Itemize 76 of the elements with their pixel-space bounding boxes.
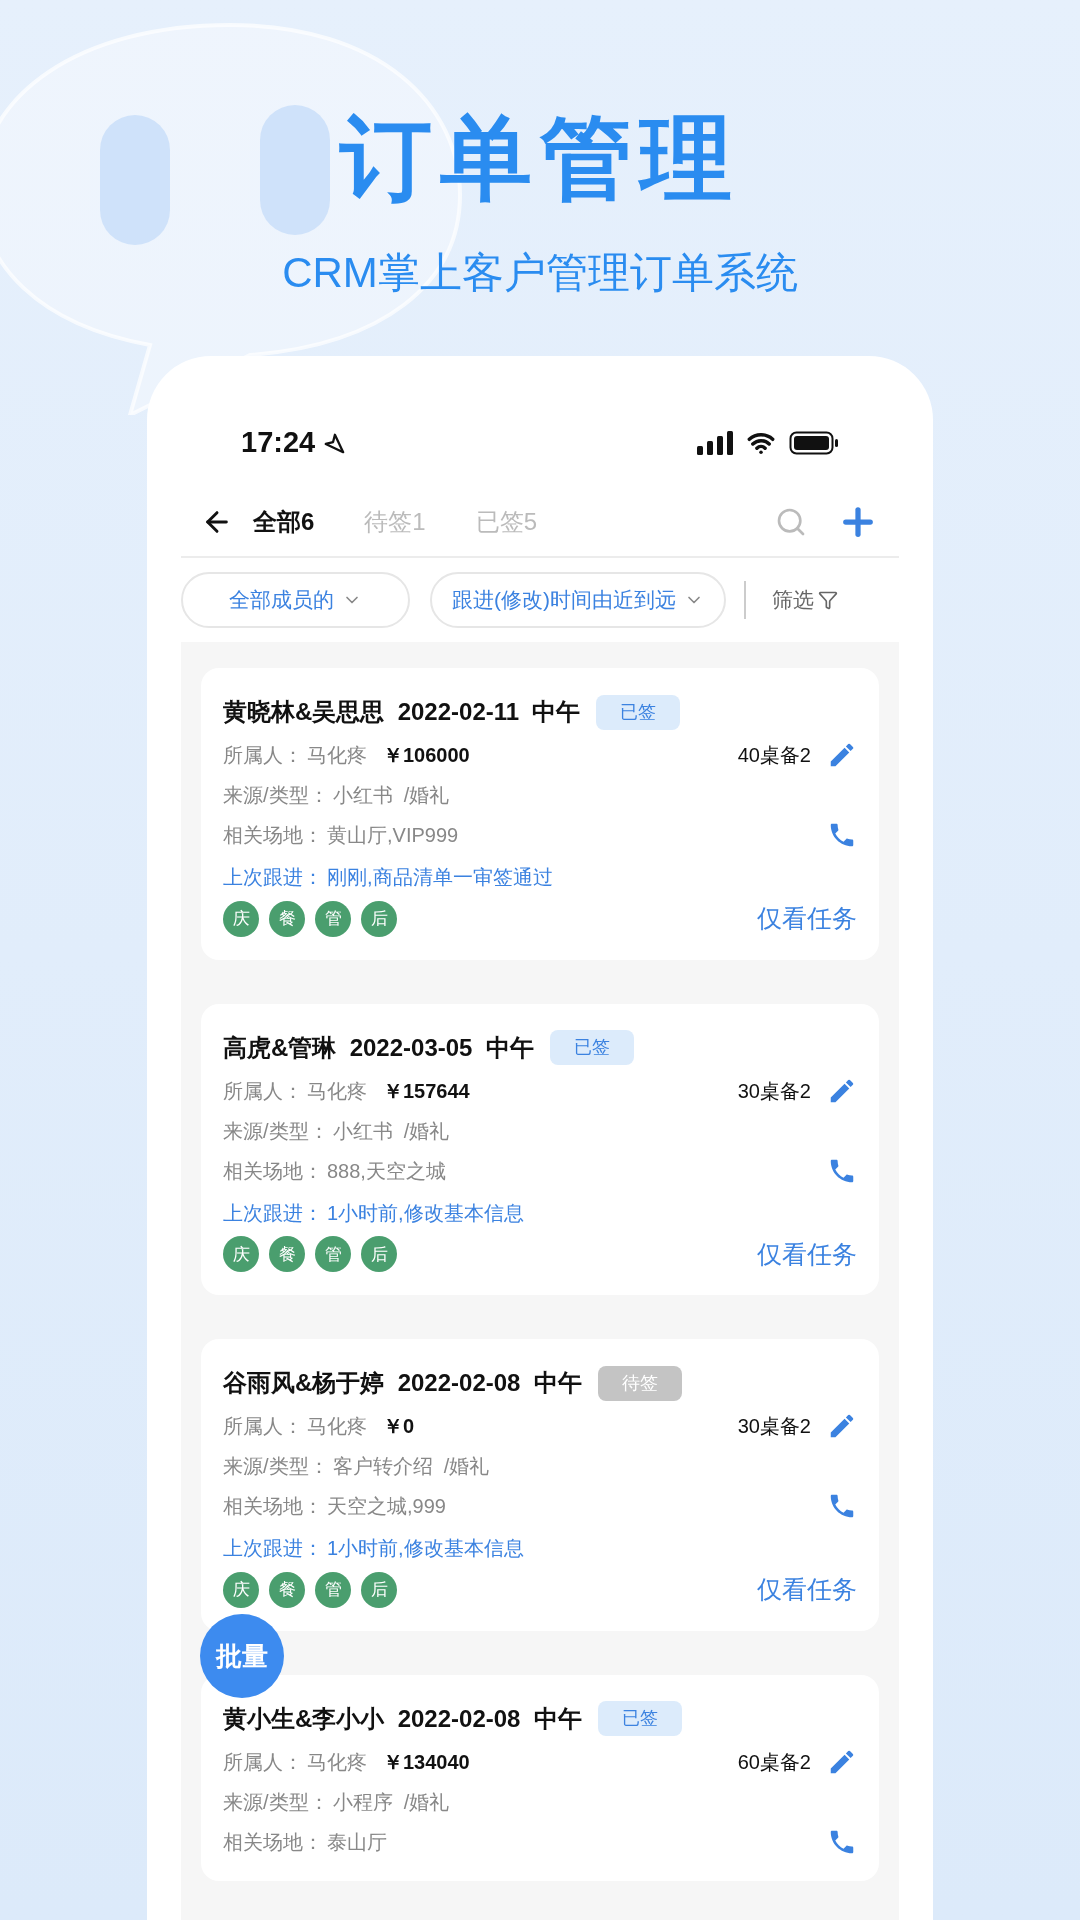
location-icon bbox=[323, 432, 346, 454]
order-card[interactable]: 谷雨风&杨于婷 2022-02-08 中午 待签 所属人： 马化疼 ￥0 30桌备2 来源/类型： 客户转介绍 /婚礼 相关场地： 天空之城,999 上次跟进： 1小时前,修改基本信息 庆 餐 管 后 仅看任务 bbox=[201, 1339, 879, 1631]
sort-dropdown[interactable]: 跟进(修改)时间由近到远 bbox=[430, 572, 726, 628]
source-label: 来源/类型： bbox=[223, 1454, 329, 1479]
venue-label: 相关场地： bbox=[223, 1494, 323, 1519]
venue-value: 黄山厅,VIP999 bbox=[327, 823, 459, 848]
followup-label: 上次跟进： bbox=[223, 1200, 323, 1226]
order-card[interactable]: 黄小生&李小小 2022-02-08 中午 已签 所属人： 马化疼 ￥134040 60桌备2 来源/类型： 小程序 /婚礼 相关场地： 泰山厅 bbox=[201, 1674, 879, 1881]
followup-label: 上次跟进： bbox=[223, 1536, 323, 1561]
order-amount: ￥134040 bbox=[383, 1749, 470, 1775]
order-amount: ￥106000 bbox=[383, 743, 470, 768]
tag-chip: 管 bbox=[315, 900, 351, 937]
tag-chip: 后 bbox=[361, 1236, 397, 1273]
table-count: 40桌备2 bbox=[737, 743, 811, 768]
tag-chip: 庆 bbox=[223, 1236, 259, 1273]
tag-chip: 庆 bbox=[223, 1571, 259, 1608]
status-badge: 待签 bbox=[597, 1365, 682, 1401]
filter-button[interactable]: 筛选 bbox=[772, 584, 838, 616]
order-title: 黄小生&李小小 2022-02-08 中午 bbox=[223, 1703, 582, 1734]
source-value: 小红书 /婚礼 bbox=[332, 783, 450, 808]
table-count: 30桌备2 bbox=[737, 1078, 811, 1104]
owner-name: 马化疼 bbox=[307, 1749, 367, 1775]
tag-chip: 庆 bbox=[223, 900, 259, 937]
status-time: 17:24 bbox=[241, 425, 316, 461]
status-badge: 已签 bbox=[596, 694, 681, 730]
followup-label: 上次跟进： bbox=[223, 865, 323, 890]
tag-chip: 后 bbox=[361, 1571, 397, 1608]
status-badge: 已签 bbox=[549, 1030, 634, 1065]
venue-label: 相关场地： bbox=[223, 1829, 323, 1855]
owner-label: 所属人： bbox=[223, 1749, 303, 1775]
view-tasks-link[interactable]: 仅看任务 bbox=[757, 1235, 857, 1273]
funnel-icon bbox=[818, 590, 838, 610]
order-card[interactable]: 高虎&管琳 2022-03-05 中午 已签 所属人： 马化疼 ￥157644 30桌备2 来源/类型： 小红书 /婚礼 相关场地： 888,天空之城 上次跟进： 1小时前,修改基本信息 庆 餐 管 后 仅看任务 bbox=[201, 1003, 879, 1295]
order-amount: ￥157644 bbox=[383, 1078, 470, 1104]
signal-icon bbox=[697, 431, 733, 455]
tag-chip: 管 bbox=[315, 1236, 351, 1273]
tag-chip: 餐 bbox=[269, 1571, 305, 1608]
tag-chip: 餐 bbox=[269, 1236, 305, 1273]
venue-label: 相关场地： bbox=[223, 1158, 323, 1184]
owner-name: 马化疼 bbox=[307, 1414, 367, 1439]
order-amount: ￥0 bbox=[383, 1414, 415, 1439]
source-value: 小程序 /婚礼 bbox=[332, 1789, 450, 1815]
tag-chip: 后 bbox=[361, 900, 397, 937]
member-dropdown[interactable]: 全部成员的 bbox=[181, 572, 410, 628]
source-label: 来源/类型： bbox=[223, 1789, 329, 1815]
battery-icon bbox=[789, 431, 839, 455]
view-tasks-link[interactable]: 仅看任务 bbox=[757, 1571, 857, 1609]
tag-chip: 餐 bbox=[269, 900, 305, 937]
tag-chip: 管 bbox=[315, 1571, 351, 1608]
source-label: 来源/类型： bbox=[223, 1118, 329, 1144]
order-title: 高虎&管琳 2022-03-05 中午 bbox=[223, 1032, 534, 1063]
owner-name: 马化疼 bbox=[307, 743, 367, 768]
source-label: 来源/类型： bbox=[223, 783, 329, 808]
followup-value: 刚刚,商品清单一审签通过 bbox=[327, 865, 553, 890]
table-count: 30桌备2 bbox=[737, 1414, 811, 1439]
venue-label: 相关场地： bbox=[223, 823, 323, 848]
filter-tab[interactable]: 全部6 bbox=[253, 504, 315, 540]
order-title: 黄晓林&吴思思 2022-02-11 中午 bbox=[223, 697, 581, 727]
owner-label: 所属人： bbox=[223, 1414, 303, 1439]
followup-value: 1小时前,修改基本信息 bbox=[327, 1200, 524, 1226]
status-badge: 已签 bbox=[597, 1701, 682, 1736]
view-tasks-link[interactable]: 仅看任务 bbox=[757, 900, 857, 938]
venue-value: 泰山厅 bbox=[327, 1829, 387, 1855]
order-title: 谷雨风&杨于婷 2022-02-08 中午 bbox=[223, 1368, 582, 1398]
headline-title: 订单管理 bbox=[340, 112, 740, 204]
owner-label: 所属人： bbox=[223, 1078, 303, 1104]
order-card[interactable]: 黄晓林&吴思思 2022-02-11 中午 已签 所属人： 马化疼 ￥106000 40桌备2 来源/类型： 小红书 /婚礼 相关场地： 黄山厅,VIP999 上次跟进： 刚刚,商品清单一审签通过 庆 餐 管 后 仅看任务 bbox=[201, 668, 879, 960]
source-value: 小红书 /婚礼 bbox=[332, 1118, 450, 1144]
followup-value: 1小时前,修改基本信息 bbox=[327, 1536, 524, 1561]
owner-name: 马化疼 bbox=[307, 1078, 367, 1104]
table-count: 60桌备2 bbox=[737, 1749, 811, 1775]
venue-value: 天空之城,999 bbox=[327, 1494, 446, 1519]
owner-label: 所属人： bbox=[223, 743, 303, 768]
headline-subtitle: CRM掌上客户管理订单系统 bbox=[282, 252, 798, 294]
source-value: 客户转介绍 /婚礼 bbox=[332, 1454, 490, 1479]
venue-value: 888,天空之城 bbox=[327, 1158, 446, 1184]
